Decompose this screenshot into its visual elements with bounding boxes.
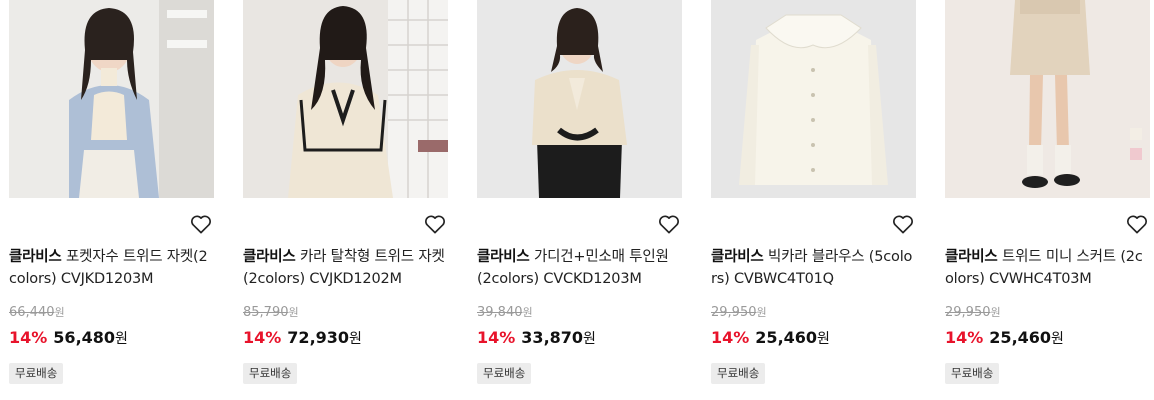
sale-price-row: 14% 25,460원 [711,328,830,348]
original-price: 29,950원 [945,304,1001,320]
product-brand: 클라비스 [9,249,62,265]
product-image[interactable] [711,0,916,198]
currency-unit: 원 [990,306,1001,319]
discount-rate: 14% [9,328,48,347]
currency-unit: 원 [583,331,596,347]
sale-price: 25,460 [755,328,818,347]
product-title[interactable]: 클라비스 트위드 미니 스커트 (2colors) CVWHC4T03M [945,246,1150,290]
sale-price: 33,870 [521,328,584,347]
product-image[interactable] [477,0,682,198]
product-title[interactable]: 클라비스 포켓자수 트위드 자켓(2colors) CVJKD1203M [9,246,214,290]
sale-price-row: 14% 25,460원 [945,328,1064,348]
free-shipping-badge: 무료배송 [477,363,532,384]
sale-price: 25,460 [989,328,1052,347]
sale-price-row: 14% 33,870원 [477,328,596,348]
currency-unit: 원 [522,306,533,319]
wishlist-heart-icon[interactable] [658,214,680,234]
original-price-value: 29,950 [711,305,757,320]
product-image[interactable] [9,0,214,198]
original-price: 85,790원 [243,304,299,320]
product-brand: 클라비스 [945,249,998,265]
product-title[interactable]: 클라비스 가디건+민소매 투인원 (2colors) CVCKD1203M [477,246,682,290]
sale-price-row: 14% 72,930원 [243,328,362,348]
wishlist-heart-icon[interactable] [1126,214,1148,234]
original-price-value: 85,790 [243,305,289,320]
product-brand: 클라비스 [243,249,296,265]
wishlist-heart-icon[interactable] [190,214,212,234]
free-shipping-badge: 무료배송 [9,363,64,384]
original-price-value: 66,440 [9,305,55,320]
sale-price-row: 14% 56,480원 [9,328,128,348]
currency-unit: 원 [756,306,767,319]
currency-unit: 원 [1051,331,1064,347]
wishlist-heart-icon[interactable] [892,214,914,234]
currency-unit: 원 [288,306,299,319]
original-price: 66,440원 [9,304,65,320]
wishlist-heart-icon[interactable] [424,214,446,234]
product-card[interactable]: 클라비스 빅카라 블라우스 (5colors) CVBWC4T01Q 29,95… [711,0,916,400]
original-price: 29,950원 [711,304,767,320]
product-card[interactable]: 클라비스 가디건+민소매 투인원 (2colors) CVCKD1203M 39… [477,0,682,400]
discount-rate: 14% [477,328,516,347]
product-card[interactable]: 클라비스 트위드 미니 스커트 (2colors) CVWHC4T03M 29,… [945,0,1150,400]
original-price-value: 39,840 [477,305,523,320]
free-shipping-badge: 무료배송 [243,363,298,384]
original-price-value: 29,950 [945,305,991,320]
discount-rate: 14% [711,328,750,347]
product-title[interactable]: 클라비스 빅카라 블라우스 (5colors) CVBWC4T01Q [711,246,916,290]
sale-price: 56,480 [53,328,116,347]
product-image[interactable] [945,0,1150,198]
original-price: 39,840원 [477,304,533,320]
sale-price: 72,930 [287,328,350,347]
currency-unit: 원 [817,331,830,347]
free-shipping-badge: 무료배송 [945,363,1000,384]
product-brand: 클라비스 [711,249,764,265]
currency-unit: 원 [115,331,128,347]
currency-unit: 원 [349,331,362,347]
product-grid: 클라비스 포켓자수 트위드 자켓(2colors) CVJKD1203M 66,… [0,0,1154,400]
product-card[interactable]: 클라비스 카라 탈착형 트위드 자켓 (2colors) CVJKD1202M … [243,0,448,400]
product-image[interactable] [243,0,448,198]
discount-rate: 14% [243,328,282,347]
currency-unit: 원 [54,306,65,319]
product-title[interactable]: 클라비스 카라 탈착형 트위드 자켓 (2colors) CVJKD1202M [243,246,448,290]
product-brand: 클라비스 [477,249,530,265]
discount-rate: 14% [945,328,984,347]
product-card[interactable]: 클라비스 포켓자수 트위드 자켓(2colors) CVJKD1203M 66,… [9,0,214,400]
free-shipping-badge: 무료배송 [711,363,766,384]
